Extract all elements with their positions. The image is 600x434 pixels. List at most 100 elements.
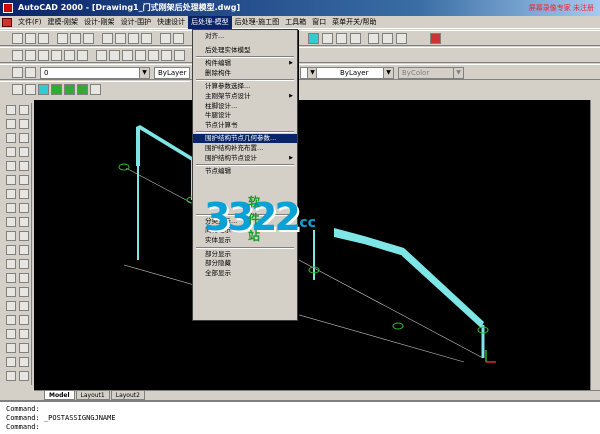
menu-entry-11[interactable]: 围护结构节点设计 ▶ — [193, 154, 297, 163]
draw-tool-icon[interactable] — [6, 161, 16, 171]
paste-icon[interactable] — [128, 33, 139, 44]
command-window[interactable]: Command: Command: _POSTASSIGNGJNAME Comman… — [0, 400, 600, 434]
menu-entry-1[interactable]: 后处理实体模型 — [193, 46, 297, 55]
draw-tool-icon[interactable] — [6, 343, 16, 353]
color-combo[interactable]: ByLayer — [154, 67, 190, 79]
tab-layout1[interactable]: Layout1 — [75, 391, 110, 400]
modify-tool-icon[interactable] — [19, 189, 29, 199]
tool-l-icon[interactable] — [161, 50, 172, 61]
chevron-down-icon[interactable]: ▼ — [139, 68, 149, 78]
toolbar-extra-icon[interactable] — [396, 33, 407, 44]
menu-entry-16[interactable]: 部分显示 — [193, 250, 297, 259]
tool-b-icon[interactable] — [25, 50, 36, 61]
draw-tool-icon[interactable] — [6, 301, 16, 311]
modify-tool-icon[interactable] — [19, 357, 29, 367]
menu-item-9[interactable]: 菜单开关/帮助 — [329, 16, 379, 29]
modify-tool-icon[interactable] — [19, 287, 29, 297]
modify-tool-icon[interactable] — [19, 343, 29, 353]
tool-e-icon[interactable] — [64, 50, 75, 61]
tool-g-icon[interactable] — [96, 50, 107, 61]
menu-item-7[interactable]: 工具箱 — [282, 16, 309, 29]
tool-i-icon[interactable] — [122, 50, 133, 61]
draw-tool-icon[interactable] — [6, 287, 16, 297]
tool-c-icon[interactable] — [38, 50, 49, 61]
menu-entry-13[interactable]: 分类显示... — [193, 217, 297, 226]
tool-d-icon[interactable] — [51, 50, 62, 61]
modify-tool-icon[interactable] — [19, 259, 29, 269]
tool-f-icon[interactable] — [77, 50, 88, 61]
modify-tool-icon[interactable] — [19, 161, 29, 171]
zoom-window-icon[interactable] — [336, 33, 347, 44]
draw-tool-icon[interactable] — [6, 273, 16, 283]
match-icon[interactable] — [141, 33, 152, 44]
vertical-scrollbar[interactable] — [590, 100, 600, 390]
draw-tool-icon[interactable] — [6, 329, 16, 339]
document-icon[interactable] — [2, 17, 12, 27]
find-icon[interactable] — [83, 33, 94, 44]
menu-entry-10[interactable]: 围护结构补充布置... — [193, 144, 297, 153]
design-center-icon[interactable] — [382, 33, 393, 44]
menu-entry-5[interactable]: 主刚架节点设计 ▶ — [193, 92, 297, 101]
modify-tool-icon[interactable] — [19, 329, 29, 339]
modify-tool-icon[interactable] — [19, 245, 29, 255]
modify-tool-icon[interactable] — [19, 231, 29, 241]
draw-tool-icon[interactable] — [6, 357, 16, 367]
open-icon[interactable] — [25, 33, 36, 44]
menu-entry-6[interactable]: 柱脚设计... — [193, 102, 297, 111]
menu-item-3[interactable]: 设计-围护 — [118, 16, 155, 29]
lineweight-combo[interactable]: ByLayer ▼ — [316, 67, 394, 79]
modify-tool-icon[interactable] — [19, 133, 29, 143]
modify-tool-icon[interactable] — [19, 175, 29, 185]
tool-k-icon[interactable] — [148, 50, 159, 61]
new-icon[interactable] — [12, 33, 23, 44]
modify-tool-icon[interactable] — [19, 217, 29, 227]
make-layer-current-icon[interactable] — [25, 67, 36, 78]
menu-entry-8[interactable]: 节点计算书 — [193, 121, 297, 130]
plotstyle-combo[interactable]: ByColor ▼ — [398, 67, 464, 79]
draw-tool-icon[interactable] — [6, 203, 16, 213]
menu-entry-2[interactable]: 构件编辑 ▶ — [193, 59, 297, 68]
draw-tool-icon[interactable] — [6, 315, 16, 325]
draw-tool-icon[interactable] — [6, 105, 16, 115]
view-icon[interactable] — [308, 33, 319, 44]
modify-tool-icon[interactable] — [19, 315, 29, 325]
chevron-down-icon[interactable]: ▼ — [453, 68, 463, 78]
menu-item-5[interactable]: 后处理-模型 — [188, 15, 232, 29]
menu-entry-15[interactable]: 实体显示 — [193, 236, 297, 245]
tool-m-icon[interactable] — [174, 50, 185, 61]
shade-g-icon[interactable] — [90, 84, 101, 95]
undo-icon[interactable] — [160, 33, 171, 44]
modify-tool-icon[interactable] — [19, 301, 29, 311]
modify-tool-icon[interactable] — [19, 273, 29, 283]
drawing-canvas[interactable] — [34, 100, 600, 390]
draw-tool-icon[interactable] — [6, 147, 16, 157]
menu-entry-9[interactable]: 围护结构节点几何参数... — [193, 134, 297, 144]
shade-b-icon[interactable] — [25, 84, 36, 95]
properties-icon[interactable] — [368, 33, 379, 44]
tool-h-icon[interactable] — [109, 50, 120, 61]
menu-entry-3[interactable]: 删除构件 — [193, 69, 297, 78]
menu-entry-7[interactable]: 牛腿设计 — [193, 111, 297, 120]
shade-f-icon[interactable] — [77, 84, 88, 95]
shade-d-icon[interactable] — [51, 84, 62, 95]
menu-item-8[interactable]: 窗口 — [309, 16, 329, 29]
help-icon[interactable] — [430, 33, 441, 44]
draw-tool-icon[interactable] — [6, 231, 16, 241]
layer-manager-icon[interactable] — [12, 67, 23, 78]
redo-icon[interactable] — [173, 33, 184, 44]
tool-j-icon[interactable] — [135, 50, 146, 61]
menu-item-0[interactable]: 文件(F) — [15, 16, 45, 29]
draw-tool-icon[interactable] — [6, 245, 16, 255]
shade-c-icon[interactable] — [38, 84, 49, 95]
tab-model[interactable]: Model — [44, 391, 75, 400]
tool-a-icon[interactable] — [12, 50, 23, 61]
draw-tool-icon[interactable] — [6, 371, 16, 381]
modify-tool-icon[interactable] — [19, 119, 29, 129]
cut-icon[interactable] — [102, 33, 113, 44]
tab-layout2[interactable]: Layout2 — [110, 391, 145, 400]
save-icon[interactable] — [38, 33, 49, 44]
draw-tool-icon[interactable] — [6, 175, 16, 185]
menu-entry-4[interactable]: 计算参数选择... — [193, 82, 297, 91]
menu-item-6[interactable]: 后处理-施工图 — [232, 16, 283, 29]
modify-tool-icon[interactable] — [19, 105, 29, 115]
